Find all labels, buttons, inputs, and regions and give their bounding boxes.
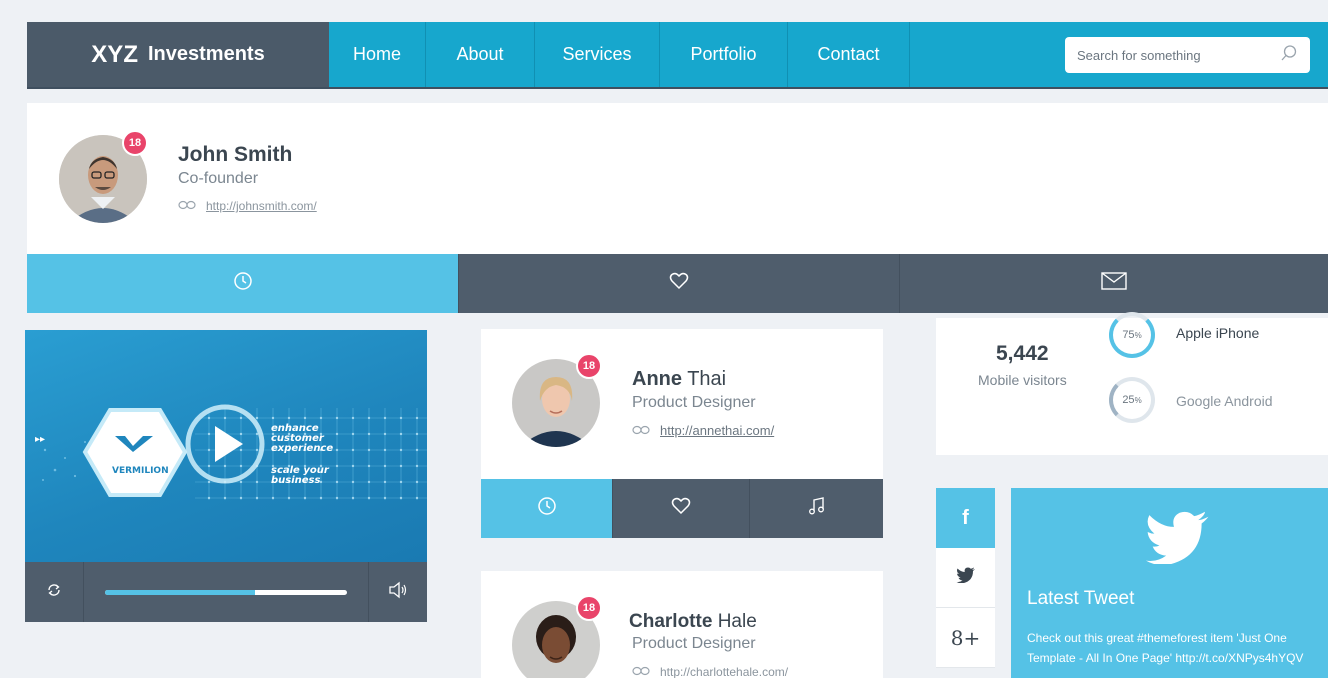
nav-contact[interactable]: Contact (788, 22, 910, 87)
notification-badge: 18 (576, 353, 602, 379)
brand-name-rest: Investments (147, 43, 265, 65)
social-buttons: f 8+ (936, 488, 995, 668)
visitors-count: 5,442 (996, 342, 1049, 365)
video-screen[interactable]: ▸▸ VERMILION enhance customer experience… (25, 330, 427, 562)
android-ring: 25% (1109, 377, 1155, 423)
brand-logo[interactable]: XYZ Investments (27, 22, 329, 87)
facebook-button[interactable]: f (936, 488, 995, 548)
iphone-label: Apple iPhone (1176, 325, 1260, 341)
tab-clock[interactable] (481, 479, 613, 538)
video-player: ▸▸ VERMILION enhance customer experience… (25, 330, 427, 622)
notification-badge: 18 (122, 130, 148, 156)
tab-clock[interactable] (27, 254, 459, 313)
card-first-name: Anne (632, 368, 682, 390)
twitter-button[interactable] (936, 548, 995, 608)
profile-url-link[interactable]: http://johnsmith.com/ (206, 199, 317, 213)
google-plus-button[interactable]: 8+ (936, 608, 995, 668)
speaker-icon (388, 581, 408, 604)
visitors-label: Mobile visitors (978, 372, 1067, 388)
link-icon (632, 665, 650, 678)
card-name: Charlotte Hale (629, 611, 757, 633)
card-role: Product Designer (632, 394, 756, 411)
music-note-icon (808, 496, 826, 521)
card-url-link[interactable]: http://charlottehale.com/ (660, 665, 788, 678)
card-tabs (481, 479, 883, 538)
heart-icon (669, 271, 689, 296)
android-label: Google Android (1176, 393, 1273, 409)
card-link-row: http://annethai.com/ (632, 423, 774, 438)
profile-card: 18 John Smith Co-founder http://johnsmit… (27, 103, 1328, 254)
vermilion-logo-text: VERMILION (112, 466, 169, 476)
twitter-icon (956, 566, 976, 589)
brand-name-bold: XYZ (91, 40, 138, 68)
mobile-visitors-widget: 5,442 Mobile visitors 75% Apple iPhone 2… (936, 312, 1328, 455)
tab-heart[interactable] (459, 254, 900, 313)
tab-music[interactable] (750, 479, 883, 538)
card-url-link[interactable]: http://annethai.com/ (660, 423, 774, 438)
notification-badge: 18 (576, 595, 602, 621)
tab-heart[interactable] (613, 479, 750, 538)
search-box (1065, 37, 1310, 73)
facebook-icon: f (962, 506, 969, 529)
volume-button[interactable] (368, 562, 427, 622)
tweet-text: Check out this great #themeforest item '… (1027, 631, 1304, 665)
video-progress-bar[interactable] (105, 590, 347, 595)
android-percent: 25 (1122, 394, 1135, 406)
twitter-bird-icon (1141, 510, 1215, 569)
svg-text:▸▸: ▸▸ (35, 434, 45, 445)
iphone-percent: 75 (1122, 329, 1135, 341)
profile-name: John Smith (178, 143, 293, 166)
latest-tweet-widget: Latest Tweet Check out this great #theme… (1011, 488, 1328, 678)
nav-home[interactable]: Home (329, 22, 426, 87)
progress-fill (105, 590, 256, 595)
clock-icon (233, 271, 253, 296)
tab-mail[interactable] (900, 254, 1328, 313)
mail-icon (1101, 272, 1127, 295)
search-icon[interactable] (1280, 44, 1298, 67)
overlay-line: business (271, 475, 321, 486)
person-card-charlotte: 18 Charlotte Hale Product Designer http:… (481, 571, 883, 678)
link-icon (632, 423, 650, 438)
repeat-icon (45, 581, 63, 604)
video-overlay-text: enhance customer experience scale your b… (271, 424, 333, 486)
iphone-ring: 75% (1109, 312, 1155, 358)
person-card-anne: 18 Anne Thai Product Designer http://ann… (481, 329, 883, 538)
google-plus-icon: 8+ (950, 625, 981, 650)
card-role: Product Designer (632, 635, 756, 652)
repeat-button[interactable] (25, 562, 84, 622)
nav-services[interactable]: Services (535, 22, 660, 87)
card-last-name: Thai (687, 368, 727, 390)
percent-unit: % (1134, 395, 1142, 405)
nav-portfolio[interactable]: Portfolio (660, 22, 788, 87)
card-name: Anne Thai (632, 368, 726, 391)
card-last-name: Hale (717, 611, 757, 632)
overlay-line: experience (271, 443, 334, 454)
tweet-title: Latest Tweet (1027, 588, 1135, 609)
profile-link-row: http://johnsmith.com/ (178, 199, 317, 213)
percent-unit: % (1134, 330, 1142, 340)
search-input[interactable] (1077, 47, 1280, 63)
top-navbar: XYZ Investments Home About Services Port… (27, 22, 1328, 89)
card-first-name: Charlotte (629, 611, 713, 632)
profile-role: Co-founder (178, 170, 259, 187)
heart-icon (671, 496, 691, 521)
profile-tabs (27, 254, 1328, 313)
link-icon (178, 199, 196, 213)
clock-icon (537, 496, 557, 521)
card-link-row: http://charlottehale.com/ (632, 665, 788, 678)
nav-about[interactable]: About (426, 22, 535, 87)
